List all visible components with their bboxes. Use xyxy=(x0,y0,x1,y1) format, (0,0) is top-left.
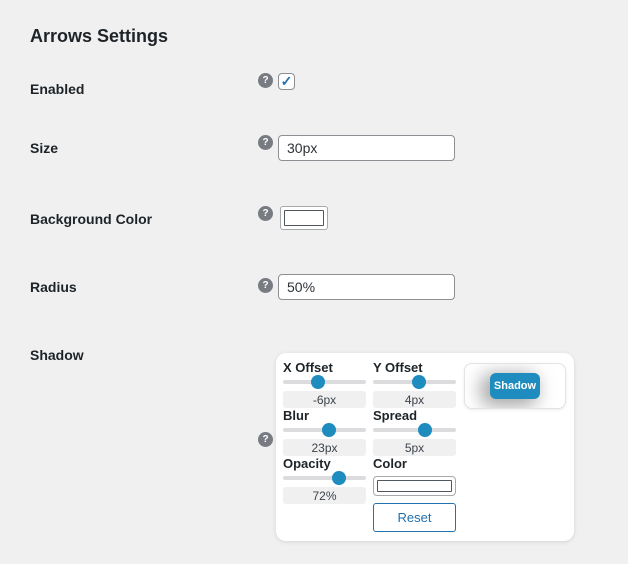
enabled-checkbox[interactable]: ✓ xyxy=(278,73,295,90)
spread-slider-track[interactable] xyxy=(373,423,456,437)
background-color-swatch-fill xyxy=(284,210,324,226)
opacity-label: Opacity xyxy=(283,456,331,471)
reset-button[interactable]: Reset xyxy=(373,503,456,532)
blur-slider-track[interactable] xyxy=(283,423,366,437)
spread-slider-thumb[interactable] xyxy=(418,423,433,437)
shadow-preview-button: Shadow xyxy=(490,373,540,399)
x-offset-label: X Offset xyxy=(283,360,333,375)
shadow-color-swatch-fill xyxy=(377,480,452,492)
help-icon-radius[interactable]: ? xyxy=(258,278,273,293)
y-offset-slider-field: Y Offset 4px xyxy=(373,361,456,408)
shadow-preview-card: Shadow xyxy=(464,363,566,409)
arrows-settings-panel: Arrows Settings Enabled ? ✓ Size ? Backg… xyxy=(0,0,628,564)
size-input[interactable] xyxy=(278,135,455,161)
opacity-slider-track[interactable] xyxy=(283,471,366,485)
page-title: Arrows Settings xyxy=(30,25,169,46)
x-offset-slider-track[interactable] xyxy=(283,375,366,389)
size-label: Size xyxy=(30,140,59,156)
checkmark-icon: ✓ xyxy=(280,72,293,89)
spread-value: 5px xyxy=(373,439,456,456)
blur-slider-thumb[interactable] xyxy=(321,423,336,437)
enabled-label: Enabled xyxy=(30,81,85,97)
help-icon-enabled[interactable]: ? xyxy=(258,73,273,88)
opacity-slider-field: Opacity 72% xyxy=(283,457,366,504)
y-offset-label: Y Offset xyxy=(373,360,423,375)
shadow-color-field: Color xyxy=(373,457,456,496)
radius-input[interactable] xyxy=(278,274,455,300)
y-offset-value: 4px xyxy=(373,391,456,408)
spread-slider-field: Spread 5px xyxy=(373,409,456,456)
x-offset-slider-field: X Offset -6px xyxy=(283,361,366,408)
x-offset-value: -6px xyxy=(283,391,366,408)
blur-label: Blur xyxy=(283,408,309,423)
shadow-color-label: Color xyxy=(373,456,407,471)
shadow-settings-widget: X Offset -6px Y Offset 4px Blur 23px Spr… xyxy=(276,353,574,541)
spread-label: Spread xyxy=(373,408,418,423)
help-icon-background-color[interactable]: ? xyxy=(258,206,273,221)
background-color-label: Background Color xyxy=(30,211,153,227)
y-offset-slider-track[interactable] xyxy=(373,375,456,389)
opacity-slider-thumb[interactable] xyxy=(332,471,347,485)
background-color-swatch[interactable] xyxy=(280,206,328,230)
shadow-label: Shadow xyxy=(30,347,84,363)
help-icon-shadow[interactable]: ? xyxy=(258,432,273,447)
x-offset-slider-thumb[interactable] xyxy=(310,375,325,389)
y-offset-slider-thumb[interactable] xyxy=(411,375,426,389)
blur-slider-field: Blur 23px xyxy=(283,409,366,456)
opacity-value: 72% xyxy=(283,487,366,504)
shadow-color-swatch[interactable] xyxy=(373,476,456,496)
radius-label: Radius xyxy=(30,279,77,295)
blur-value: 23px xyxy=(283,439,366,456)
help-icon-size[interactable]: ? xyxy=(258,135,273,150)
